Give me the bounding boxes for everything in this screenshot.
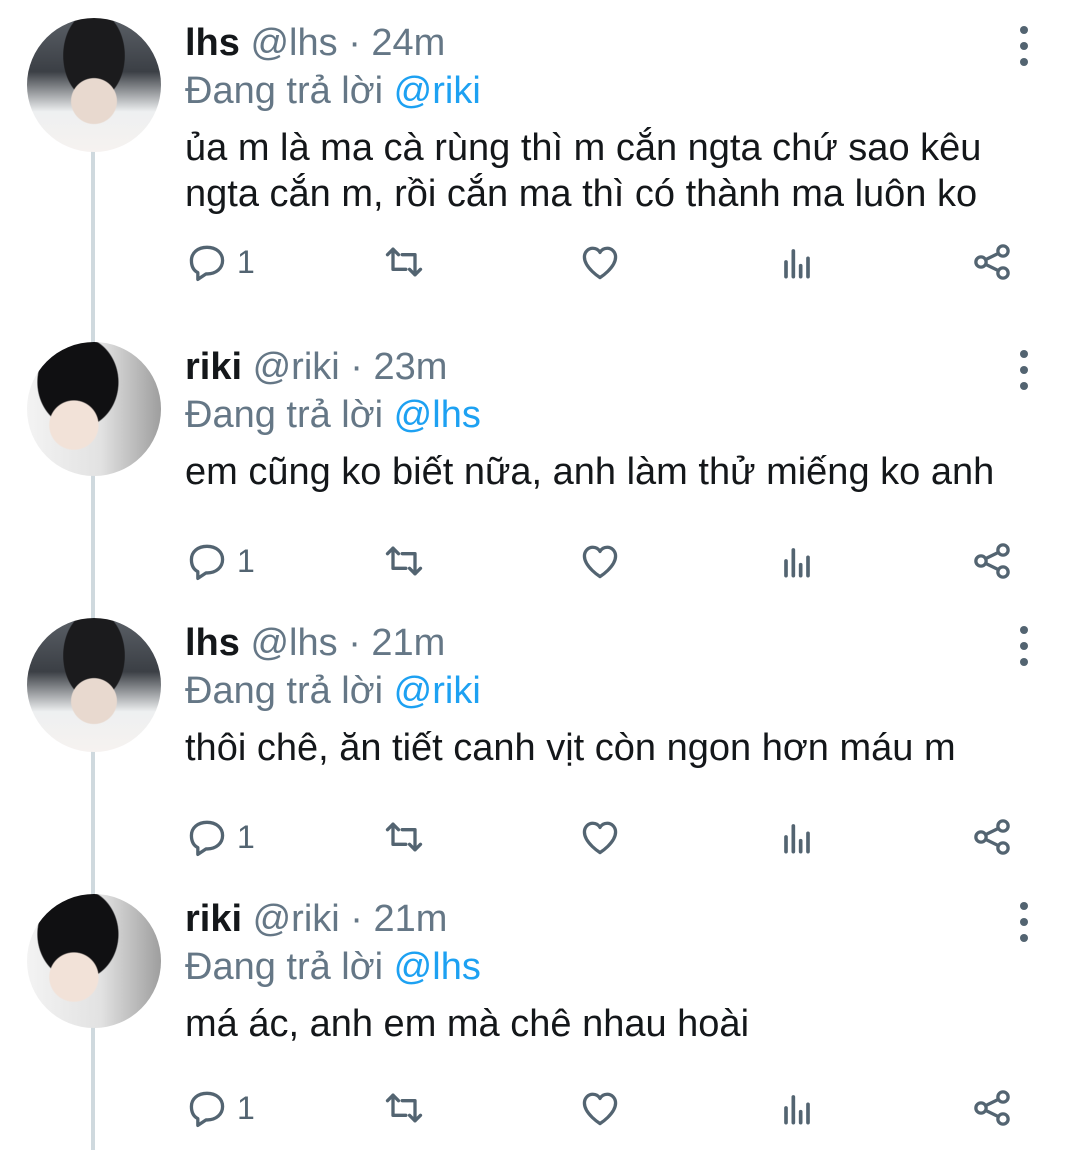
like-icon	[582, 246, 618, 280]
reply-count: 1	[237, 1089, 255, 1126]
like-button[interactable]	[578, 537, 622, 585]
tweet[interactable]: lhs @lhs · 24m Đang trả lời @riki ủa m l…	[0, 0, 1080, 282]
like-button[interactable]	[578, 1084, 622, 1132]
display-name[interactable]: lhs	[185, 622, 240, 664]
replying-to: Đang trả lời @lhs	[185, 944, 481, 990]
separator: ·	[348, 22, 361, 64]
like-button[interactable]	[578, 813, 622, 861]
retweet-button[interactable]	[382, 1084, 426, 1132]
reply-count: 1	[237, 818, 255, 855]
reply-button[interactable]: 1	[185, 1084, 255, 1132]
reply-mention[interactable]: @lhs	[394, 946, 481, 988]
reply-mention[interactable]: @lhs	[394, 394, 481, 436]
retweet-button[interactable]	[382, 537, 426, 585]
action-bar: 1	[185, 238, 1045, 286]
analytics-icon	[784, 824, 810, 854]
reply-button[interactable]: 1	[185, 537, 255, 585]
share-button[interactable]	[970, 813, 1014, 861]
analytics-icon	[784, 1095, 810, 1125]
separator: ·	[348, 622, 361, 664]
retweet-icon	[385, 822, 423, 852]
reply-count: 1	[237, 542, 255, 579]
like-button[interactable]	[578, 238, 622, 286]
like-icon	[582, 821, 618, 855]
separator: ·	[350, 898, 363, 940]
tweet[interactable]: riki @riki · 23m Đang trả lời @lhs em cũ…	[0, 324, 1080, 600]
replying-to: Đang trả lời @lhs	[185, 392, 481, 438]
reply-prefix: Đang trả lời	[185, 946, 384, 988]
separator: ·	[350, 346, 363, 388]
handle[interactable]: @lhs	[250, 622, 337, 664]
analytics-button[interactable]	[775, 537, 819, 585]
reply-count: 1	[237, 243, 255, 280]
tweet-header: riki @riki · 21m	[185, 896, 447, 942]
tweet-header: lhs @lhs · 21m	[185, 620, 445, 666]
reply-button[interactable]: 1	[185, 238, 255, 286]
timestamp[interactable]: 23m	[374, 346, 448, 388]
avatar[interactable]	[27, 18, 161, 152]
tweet-text: ủa m là ma cà rùng thì m cắn ngta chứ sa…	[185, 127, 982, 215]
retweet-icon	[385, 546, 423, 576]
action-bar: 1	[185, 1084, 1045, 1132]
tweet[interactable]: lhs @lhs · 21m Đang trả lời @riki thôi c…	[0, 600, 1080, 876]
tweet[interactable]: riki @riki · 21m Đang trả lời @lhs má ác…	[0, 876, 1080, 1152]
analytics-button[interactable]	[775, 813, 819, 861]
more-icon[interactable]	[1010, 26, 1038, 66]
replying-to: Đang trả lời @riki	[185, 68, 481, 114]
more-icon[interactable]	[1010, 350, 1038, 390]
avatar[interactable]	[27, 342, 161, 476]
share-button[interactable]	[970, 537, 1014, 585]
retweet-button[interactable]	[382, 813, 426, 861]
reply-icon	[189, 820, 225, 857]
reply-mention[interactable]: @riki	[394, 670, 481, 712]
share-button[interactable]	[970, 1084, 1014, 1132]
avatar[interactable]	[27, 618, 161, 752]
handle[interactable]: @riki	[253, 346, 340, 388]
reply-prefix: Đang trả lời	[185, 670, 384, 712]
reply-icon	[189, 544, 225, 581]
share-icon	[974, 819, 1010, 855]
action-bar: 1	[185, 813, 1045, 861]
action-bar: 1	[185, 537, 1045, 585]
analytics-button[interactable]	[775, 1084, 819, 1132]
analytics-icon	[784, 249, 810, 279]
timestamp[interactable]: 21m	[371, 622, 445, 664]
timestamp[interactable]: 21m	[374, 898, 448, 940]
replying-to: Đang trả lời @riki	[185, 668, 481, 714]
handle[interactable]: @riki	[253, 898, 340, 940]
display-name[interactable]: riki	[185, 346, 242, 388]
tweet-text: em cũng ko biết nữa, anh làm thử miếng k…	[185, 451, 995, 493]
share-icon	[974, 244, 1010, 280]
reply-prefix: Đang trả lời	[185, 394, 384, 436]
more-icon[interactable]	[1010, 902, 1038, 942]
share-button[interactable]	[970, 238, 1014, 286]
share-icon	[974, 1090, 1010, 1126]
reply-prefix: Đang trả lời	[185, 70, 384, 112]
tweet-text: thôi chê, ăn tiết canh vịt còn ngon hơn …	[185, 727, 956, 769]
tweet-header: riki @riki · 23m	[185, 344, 447, 390]
retweet-button[interactable]	[382, 238, 426, 286]
tweet-header: lhs @lhs · 24m	[185, 20, 445, 66]
like-icon	[582, 1092, 618, 1126]
retweet-icon	[385, 247, 423, 277]
analytics-icon	[784, 548, 810, 578]
reply-icon	[189, 245, 225, 282]
timestamp[interactable]: 24m	[371, 22, 445, 64]
handle[interactable]: @lhs	[250, 22, 337, 64]
retweet-icon	[385, 1093, 423, 1123]
reply-button[interactable]: 1	[185, 813, 255, 861]
reply-mention[interactable]: @riki	[394, 70, 481, 112]
like-icon	[582, 545, 618, 579]
display-name[interactable]: riki	[185, 898, 242, 940]
share-icon	[974, 543, 1010, 579]
display-name[interactable]: lhs	[185, 22, 240, 64]
analytics-button[interactable]	[775, 238, 819, 286]
tweet-text: má ác, anh em mà chê nhau hoài	[185, 1003, 750, 1045]
more-icon[interactable]	[1010, 626, 1038, 666]
avatar[interactable]	[27, 894, 161, 1028]
reply-icon	[189, 1091, 225, 1128]
